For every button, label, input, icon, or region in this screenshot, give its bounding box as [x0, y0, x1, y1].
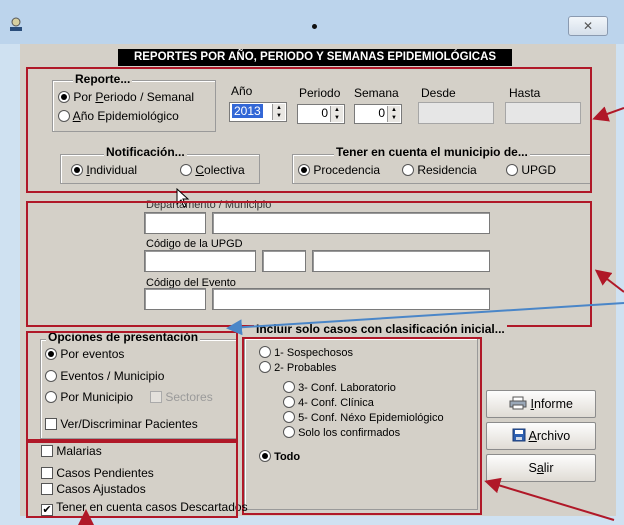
annotation-arrows — [78, 106, 624, 525]
arrow-red-1 — [592, 106, 624, 122]
arrow-red-2 — [594, 269, 624, 293]
arrow-red-3 — [484, 477, 615, 521]
arrow-blue — [226, 302, 624, 336]
